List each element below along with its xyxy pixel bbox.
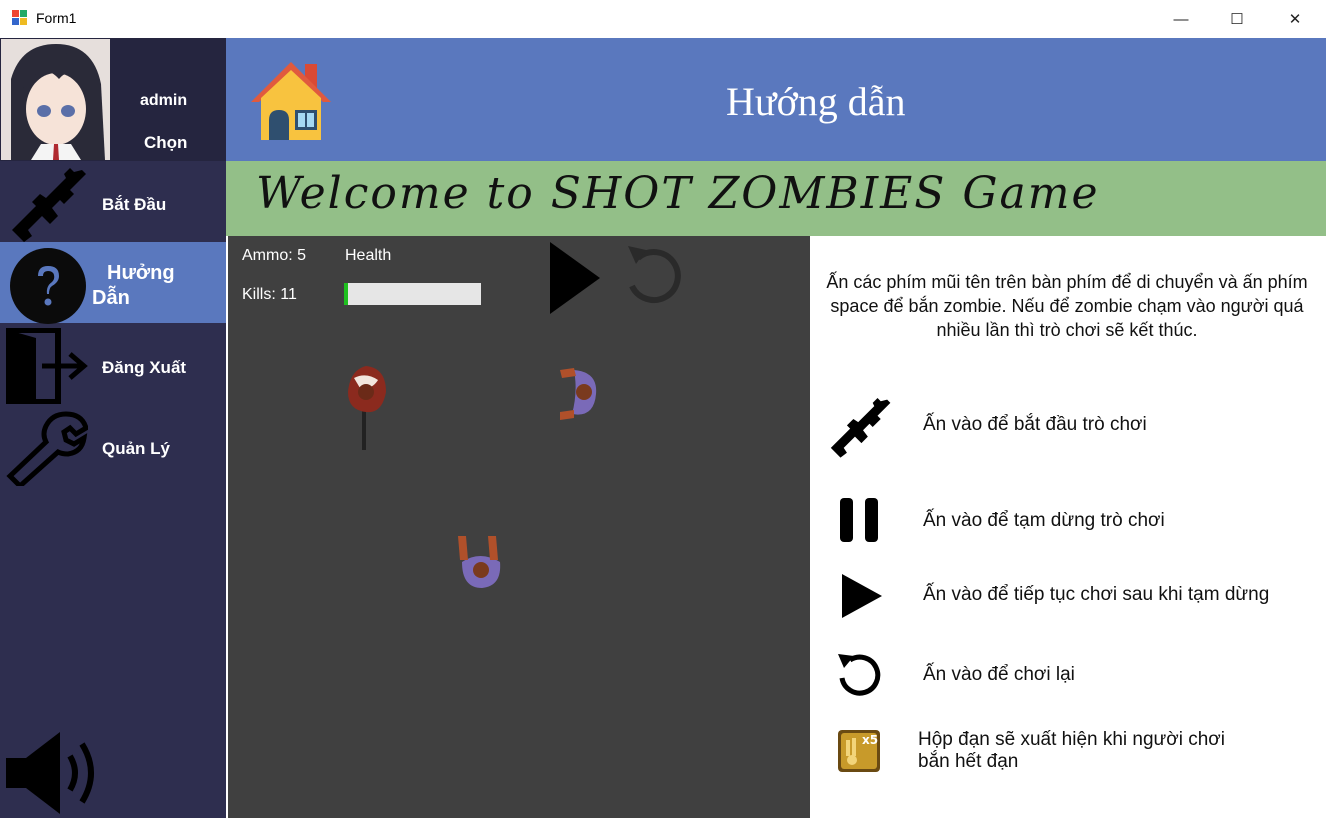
instruction-ammo-line2: bắn hết đạn (918, 751, 1019, 772)
player-sprite (348, 366, 386, 450)
ammo-label: Ammo: 5 (242, 247, 307, 264)
wrench-icon (6, 411, 88, 486)
ammo-box-icon: x5 (838, 730, 880, 772)
instructions-intro: Ấn các phím mũi tên trên bàn phím để di … (826, 272, 1308, 340)
rifle-icon (830, 398, 891, 458)
nav-start-label: Bắt Đầu (102, 195, 167, 214)
restart-button[interactable] (624, 240, 682, 314)
nav-help-label-line2: Dẫn (92, 287, 130, 309)
avatar (1, 39, 110, 160)
app-icon (12, 10, 27, 25)
instruction-start-text: Ấn vào để bắt đầu trò chơi (923, 414, 1147, 435)
zombie-sprite (560, 368, 597, 420)
minimize-icon: — (1173, 10, 1189, 28)
play-icon (842, 574, 882, 618)
nav-logout-label: Đăng Xuất (102, 358, 187, 377)
speaker-icon[interactable] (4, 730, 100, 816)
question-icon (10, 248, 86, 324)
nav-manage-label: Quản Lý (102, 439, 171, 458)
choose-button[interactable]: Chọn (144, 133, 187, 153)
restart-icon (838, 654, 881, 696)
kills-label: Kills: 11 (242, 286, 297, 303)
page-title: Hướng dẫn (726, 79, 906, 124)
close-icon: ✕ (1288, 11, 1302, 28)
minimize-button[interactable]: — (1158, 0, 1204, 38)
instruction-pause-text: Ấn vào để tạm dừng trò chơi (923, 510, 1165, 531)
window-title: Form1 (36, 10, 77, 26)
health-bar-fill (344, 283, 348, 305)
pause-icon (840, 498, 878, 542)
instruction-ammo-line1: Hộp đạn sẽ xuất hiện khi người chơi (918, 729, 1225, 750)
game-area[interactable] (228, 236, 810, 818)
maximize-button[interactable]: ☐ (1214, 0, 1260, 38)
house-icon[interactable] (249, 58, 333, 142)
title-bar (0, 0, 1326, 38)
logout-door-icon (6, 328, 88, 404)
play-button[interactable] (548, 240, 602, 316)
maximize-icon: ☐ (1230, 11, 1244, 28)
instruction-resume-text: Ấn vào để tiếp tục chơi sau khi tạm dừng (923, 584, 1270, 605)
health-label: Health (345, 247, 392, 264)
close-button[interactable]: ✕ (1272, 0, 1318, 38)
welcome-banner-text: Welcome to SHOT ZOMBIES Game (256, 168, 1100, 219)
nav-help-label-line1: Hưởng (107, 262, 175, 284)
username-label: admin (140, 92, 188, 109)
instruction-restart-text: Ấn vào để chơi lại (923, 664, 1075, 685)
rifle-icon (12, 168, 86, 242)
zombie-sprite (458, 536, 501, 588)
ammo-box-label: x5 (862, 733, 878, 747)
health-bar (344, 283, 481, 305)
